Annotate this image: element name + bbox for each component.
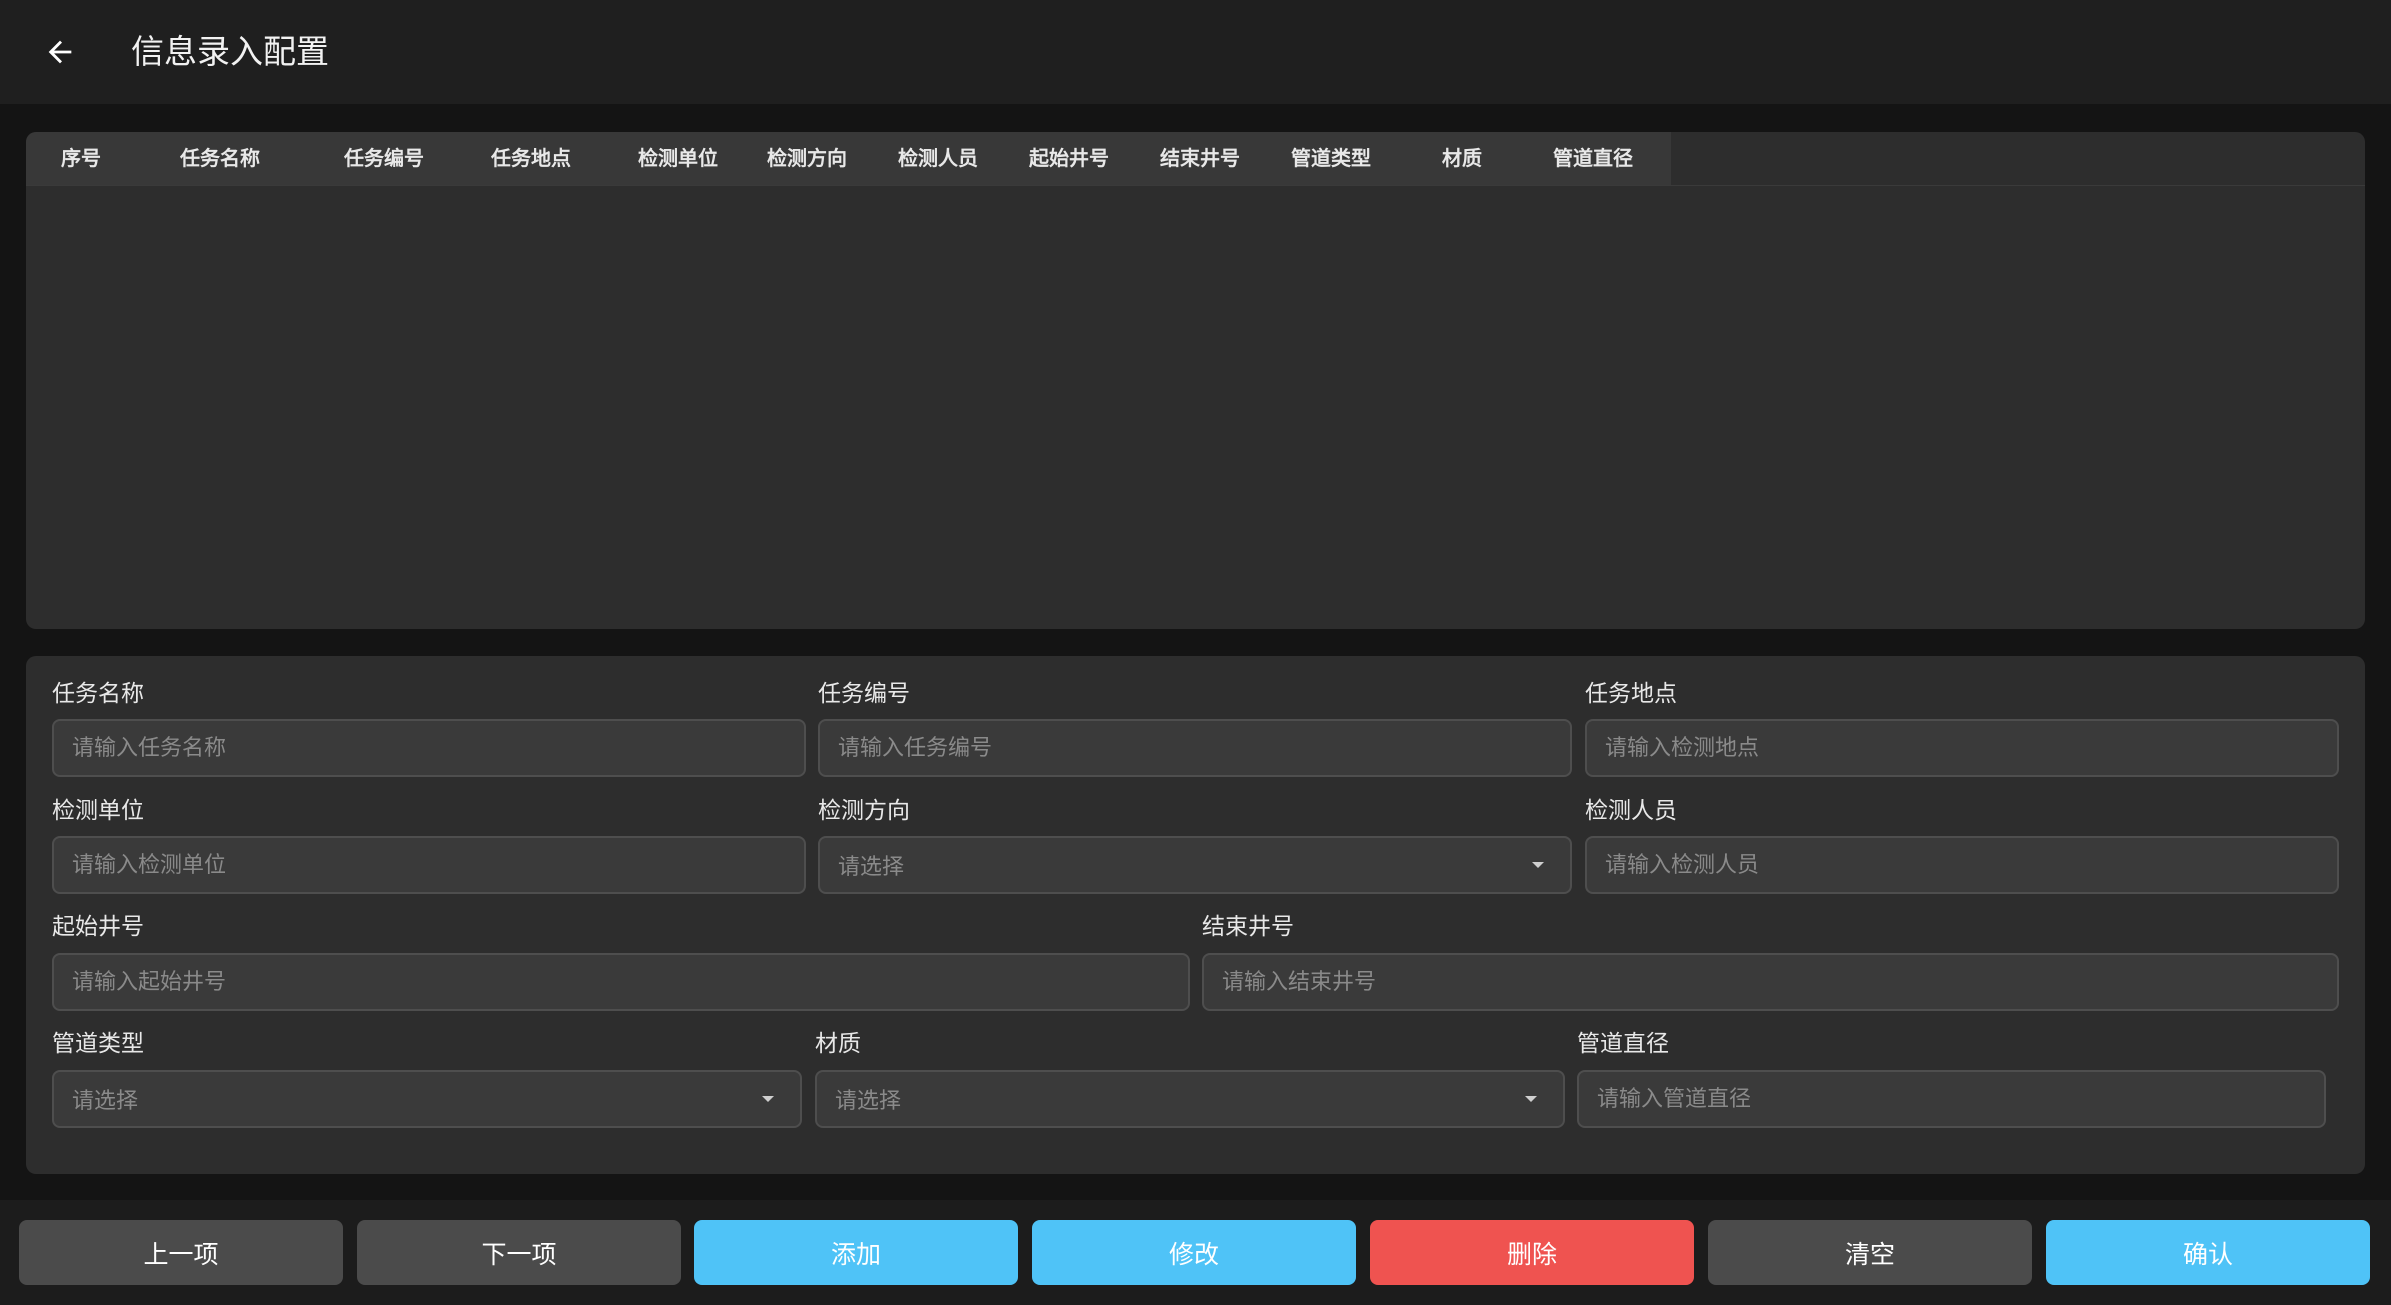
chevron-down-icon	[1532, 862, 1544, 868]
inspector-input[interactable]	[1585, 836, 2339, 894]
inspect-unit-input[interactable]	[52, 836, 806, 894]
records-table: 序号 任务名称 任务编号 任务地点 检测单位 检测方向 检测人员 起始井号 结束…	[26, 132, 2365, 629]
material-placeholder: 请选择	[835, 1089, 902, 1114]
pipe-type-placeholder: 请选择	[72, 1089, 139, 1114]
table-header-divider	[26, 185, 2365, 186]
pipe-type-label: 管道类型	[52, 1031, 144, 1057]
inspect-direction-label: 检测方向	[818, 798, 910, 824]
end-well-input[interactable]	[1202, 953, 2339, 1011]
end-well-label: 结束井号	[1202, 914, 1294, 940]
column-header-pipe-diameter[interactable]: 管道直径	[1523, 132, 1663, 185]
task-code-label: 任务编号	[818, 681, 910, 707]
clear-button[interactable]: 清空	[1708, 1220, 2032, 1285]
next-button[interactable]: 下一项	[357, 1220, 681, 1285]
page-title: 信息录入配置	[131, 32, 329, 71]
inspect-direction-select[interactable]: 请选择	[818, 836, 1572, 894]
pipe-type-select[interactable]: 请选择	[52, 1070, 802, 1128]
column-header-inspect-unit[interactable]: 检测单位	[608, 132, 748, 185]
chevron-down-icon	[762, 1096, 774, 1102]
task-name-label: 任务名称	[52, 681, 144, 707]
action-bar: 上一项 下一项 添加 修改 删除 清空 确认	[0, 1200, 2391, 1305]
inspector-label: 检测人员	[1585, 798, 1677, 824]
column-header-task-location[interactable]: 任务地点	[461, 132, 601, 185]
start-well-input[interactable]	[52, 953, 1190, 1011]
task-code-input[interactable]	[818, 719, 1572, 777]
app-header: 信息录入配置	[0, 0, 2391, 104]
arrow-left-icon	[48, 40, 72, 64]
inspect-direction-placeholder: 请选择	[838, 855, 905, 880]
column-header-index[interactable]: 序号	[41, 132, 121, 185]
material-label: 材质	[815, 1031, 861, 1057]
add-button[interactable]: 添加	[694, 1220, 1018, 1285]
task-location-input[interactable]	[1585, 719, 2339, 777]
confirm-button[interactable]: 确认	[2046, 1220, 2370, 1285]
start-well-label: 起始井号	[52, 914, 144, 940]
entry-form: 任务名称 任务编号 任务地点 检测单位 检测方向 请选择 检测人员 起始井号 结…	[26, 656, 2365, 1174]
column-header-inspector[interactable]: 检测人员	[868, 132, 1008, 185]
pipe-diameter-input[interactable]	[1577, 1070, 2326, 1128]
pipe-diameter-label: 管道直径	[1577, 1031, 1669, 1057]
edit-button[interactable]: 修改	[1032, 1220, 1356, 1285]
table-header: 序号 任务名称 任务编号 任务地点 检测单位 检测方向 检测人员 起始井号 结束…	[26, 132, 1671, 185]
inspect-unit-label: 检测单位	[52, 798, 144, 824]
column-header-end-well[interactable]: 结束井号	[1130, 132, 1270, 185]
prev-button[interactable]: 上一项	[19, 1220, 343, 1285]
task-location-label: 任务地点	[1585, 681, 1677, 707]
column-header-inspect-direction[interactable]: 检测方向	[737, 132, 877, 185]
material-select[interactable]: 请选择	[815, 1070, 1565, 1128]
back-button[interactable]	[30, 22, 90, 82]
column-header-pipe-type[interactable]: 管道类型	[1261, 132, 1401, 185]
chevron-down-icon	[1525, 1096, 1537, 1102]
delete-button[interactable]: 删除	[1370, 1220, 1694, 1285]
column-header-task-code[interactable]: 任务编号	[314, 132, 454, 185]
task-name-input[interactable]	[52, 719, 806, 777]
column-header-start-well[interactable]: 起始井号	[999, 132, 1139, 185]
column-header-material[interactable]: 材质	[1392, 132, 1532, 185]
column-header-task-name[interactable]: 任务名称	[150, 132, 290, 185]
